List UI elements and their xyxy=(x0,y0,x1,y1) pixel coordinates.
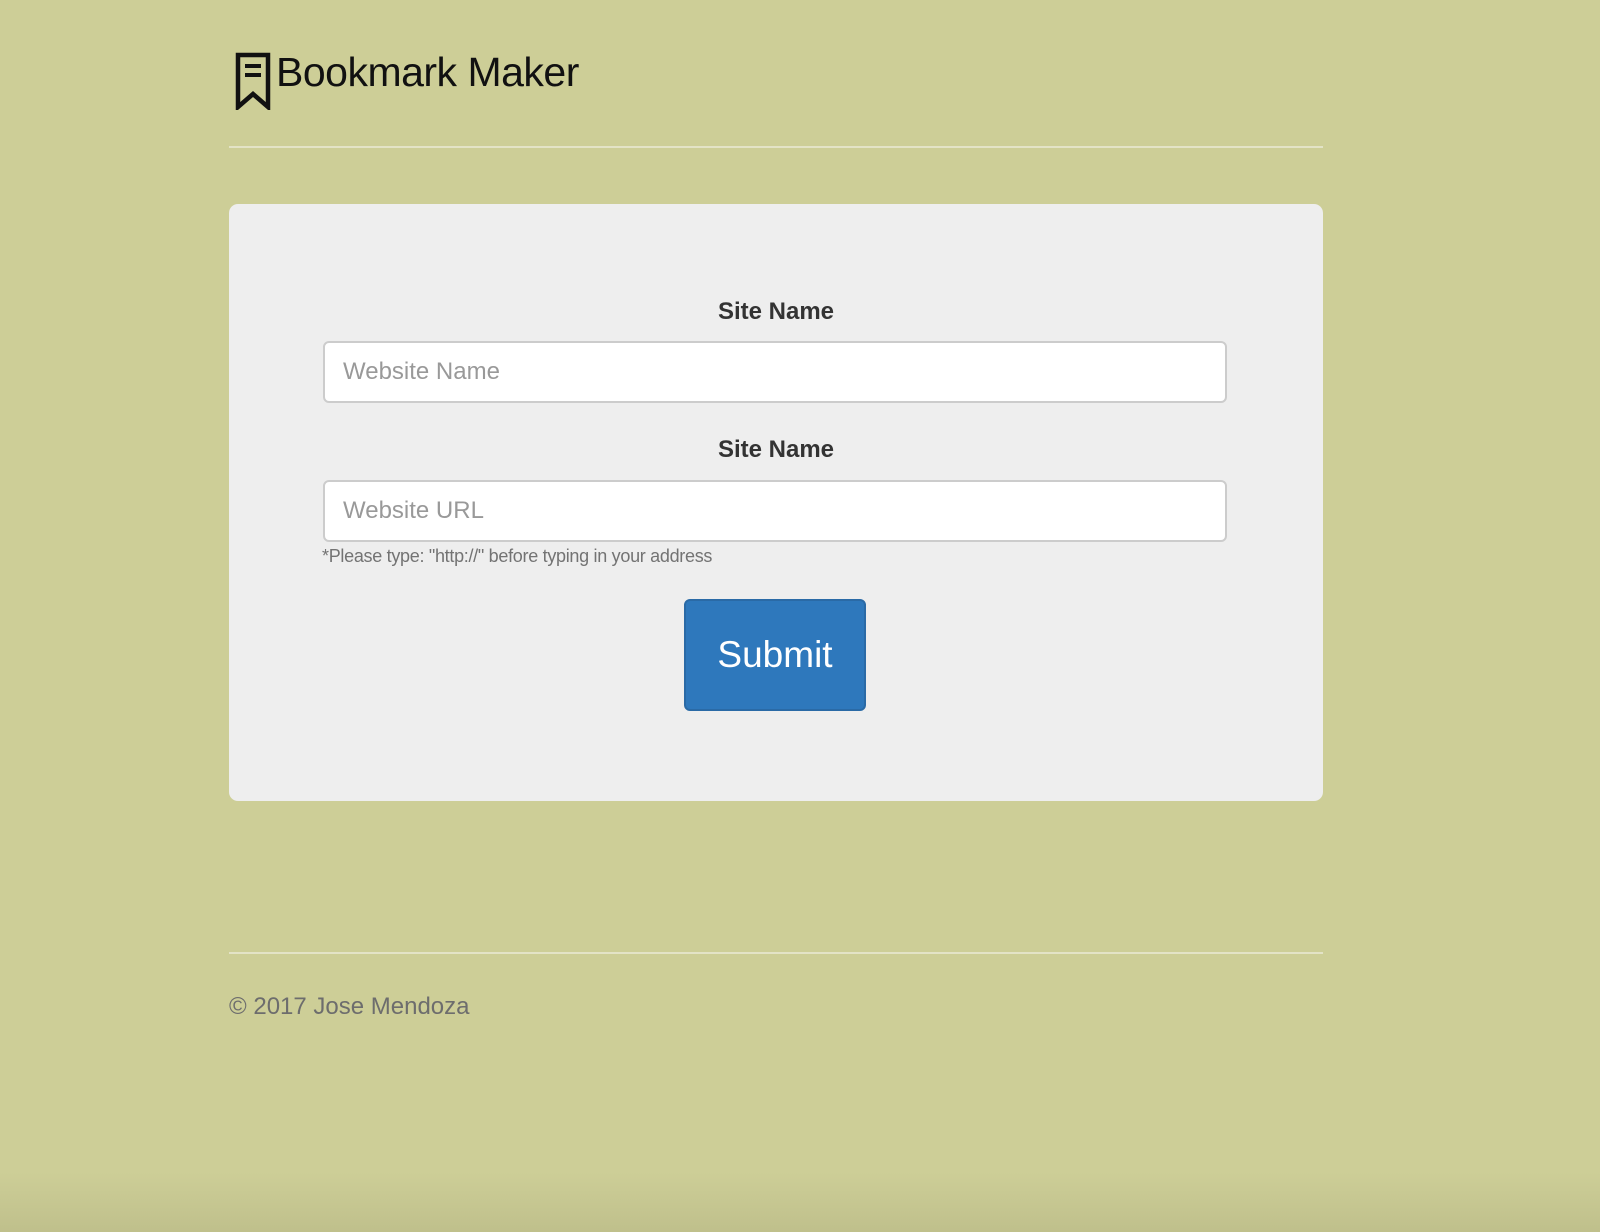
website-name-input[interactable] xyxy=(323,341,1227,403)
footer-divider xyxy=(229,952,1323,954)
url-hint-text: *Please type: "http://" before typing in… xyxy=(322,546,713,566)
bottom-shadow xyxy=(0,1172,1600,1232)
site-url-label: Site Name xyxy=(717,436,835,463)
site-header: Bookmark Maker xyxy=(229,0,1323,148)
bookmark-icon xyxy=(235,52,271,110)
bookmark-form: Site Name Site Name *Please type: "http:… xyxy=(229,204,1323,801)
app-title: Bookmark Maker xyxy=(276,49,579,95)
website-url-input[interactable] xyxy=(323,480,1227,542)
site-name-label: Site Name xyxy=(717,298,835,325)
page-container: Bookmark Maker Site Name Site Name *Plea… xyxy=(229,0,1323,1020)
footer-copyright: © 2017 Jose Mendoza xyxy=(229,993,470,1020)
submit-button[interactable]: Submit xyxy=(684,599,866,711)
